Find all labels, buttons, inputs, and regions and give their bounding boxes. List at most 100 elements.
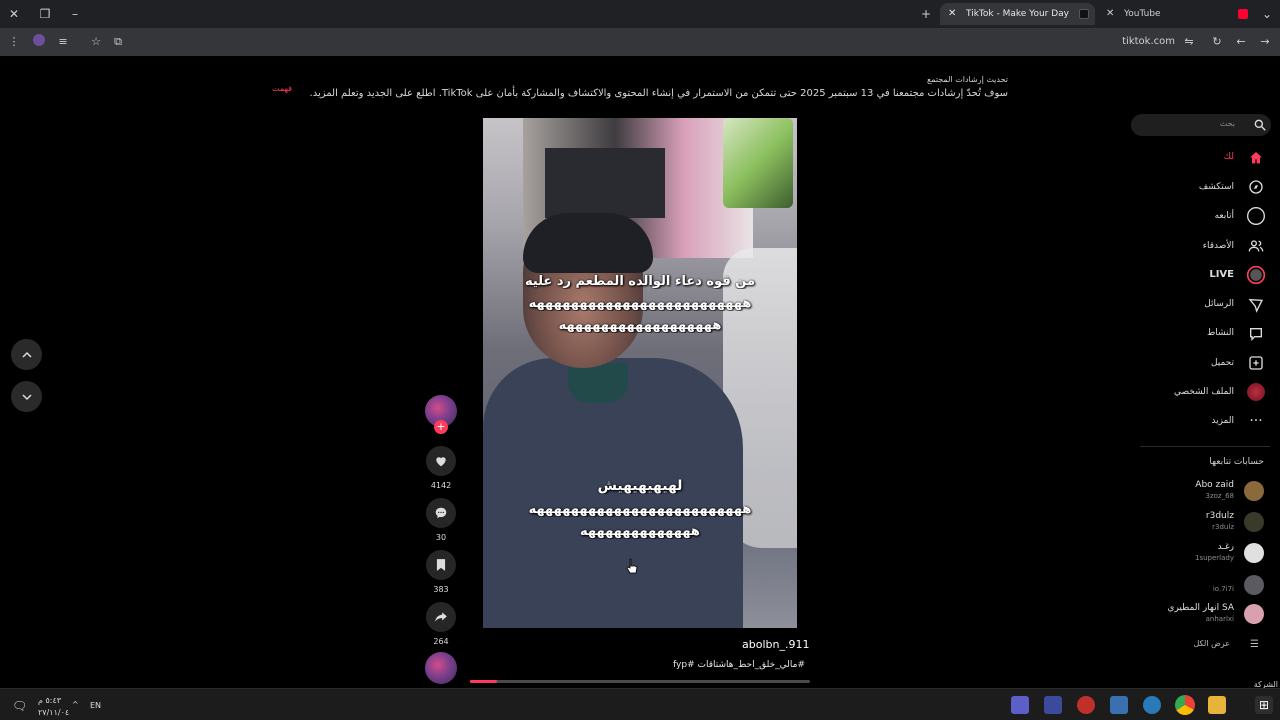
following-accounts-title: حسابات تتابعها: [1209, 457, 1264, 467]
bookmark-star-icon[interactable]: ☆: [88, 34, 104, 50]
tab-tiktok[interactable]: ✕ TikTok - Make Your Day: [940, 3, 1095, 25]
reload-icon[interactable]: ↻: [1209, 34, 1225, 50]
account-handle: r3dulz: [1212, 523, 1234, 531]
shield-app-icon[interactable]: [1110, 696, 1128, 714]
video-person-collar: [568, 363, 628, 403]
sidebar-item-label: استكشف: [1198, 182, 1234, 192]
comment-icon: [435, 507, 447, 519]
profile-avatar-icon[interactable]: [31, 34, 47, 50]
menu-icon[interactable]: ⋮: [6, 34, 22, 50]
video-overlay-text: لهيهيهيهيش: [597, 478, 683, 494]
share-button[interactable]: [426, 602, 456, 632]
file-explorer-icon[interactable]: [1208, 696, 1226, 714]
install-app-icon[interactable]: ⧉: [110, 34, 126, 50]
send-icon: [1246, 295, 1266, 315]
more-dots-icon: ···: [1249, 413, 1263, 429]
sidebar-divider: [1140, 446, 1270, 447]
chevron-down-icon: [21, 393, 32, 400]
account-avatar: [1244, 604, 1264, 624]
new-tab-icon[interactable]: +: [918, 6, 934, 22]
close-tab-icon[interactable]: ✕: [948, 3, 956, 25]
bookmark-icon: [436, 559, 446, 571]
tray-chevron-up-icon[interactable]: ^: [72, 700, 79, 709]
chevron-up-icon: [21, 351, 32, 358]
video-person-cap: [523, 213, 653, 273]
video-shop-sign: [545, 148, 665, 218]
sidebar-item-label: النشاط: [1206, 328, 1234, 338]
tiktok-icon: [1079, 9, 1089, 19]
see-all-link[interactable]: عرض الكل: [1193, 639, 1230, 648]
comment-button[interactable]: [426, 498, 456, 528]
video-progress-bar[interactable]: [470, 680, 810, 683]
restore-window-icon[interactable]: ❐: [37, 6, 53, 22]
reading-list-icon[interactable]: ≡: [55, 34, 71, 50]
video-author-username[interactable]: abolbn_.911: [742, 638, 809, 651]
app-icon[interactable]: [1077, 696, 1095, 714]
sidebar-item-label: لك: [1223, 152, 1234, 162]
account-name: r3dulz: [1205, 511, 1234, 521]
input-language[interactable]: EN: [90, 701, 101, 710]
account-handle: 3zoz_68: [1205, 492, 1235, 500]
video-player[interactable]: من قوه دعاء الوالده المطعم رد عليه ههههه…: [483, 118, 797, 628]
mouse-cursor-icon: [626, 558, 638, 578]
teams-app-icon[interactable]: [1011, 696, 1029, 714]
close-window-icon[interactable]: ✕: [6, 6, 22, 22]
app-icon[interactable]: [1044, 696, 1062, 714]
friends-icon: [1246, 236, 1266, 256]
account-name: Abo zaid: [1195, 480, 1234, 490]
video-progress-fill: [470, 680, 498, 683]
profile-avatar: [1246, 382, 1266, 402]
video-soda-can: [723, 118, 793, 208]
notification-icon[interactable]: 🗨: [12, 699, 27, 713]
search-icon[interactable]: [1253, 118, 1267, 132]
chrome-icon[interactable]: [1175, 695, 1195, 715]
like-button[interactable]: [426, 446, 456, 476]
sidebar-item-label: المزيد: [1211, 416, 1234, 426]
music-disc-avatar[interactable]: [425, 652, 457, 684]
video-overlay-text: من قوه دعاء الوالده المطعم رد عليه: [524, 274, 756, 289]
video-caption: #مالي_خلق_احط_هاشتاقات #fyp: [673, 660, 805, 670]
account-avatar: [1244, 512, 1264, 532]
tab-youtube-title: YouTube: [1124, 9, 1161, 19]
compass-icon: [1246, 177, 1266, 197]
address-bar-url[interactable]: tiktok.com: [1105, 34, 1175, 50]
browser-toolbar: [0, 28, 1280, 56]
follow-plus-icon[interactable]: +: [434, 420, 448, 434]
browser-tab-bar: ✕ ❐ – + ✕ TikTok - Make Your Day ✕ YouTu…: [0, 0, 1280, 28]
banner-dismiss-button[interactable]: فهمت: [272, 84, 292, 93]
search-input[interactable]: بحث: [1131, 114, 1271, 136]
next-video-button[interactable]: [11, 381, 42, 412]
sidebar-item-label: الرسائل: [1204, 299, 1234, 309]
app-icon[interactable]: [1143, 696, 1161, 714]
sidebar-item-label: أتابعه: [1214, 211, 1234, 221]
close-tab-icon[interactable]: ✕: [1106, 3, 1114, 25]
account-avatar: [1244, 543, 1264, 563]
search-placeholder: بحث: [1219, 119, 1235, 128]
site-settings-icon[interactable]: ⇋: [1181, 34, 1197, 50]
tab-tiktok-title: TikTok - Make Your Day: [966, 9, 1070, 19]
windows-start-icon[interactable]: ⊞: [1255, 696, 1273, 714]
tab-search-icon[interactable]: ⌄: [1259, 6, 1275, 22]
comment-count: 30: [435, 533, 447, 542]
share-icon: [435, 612, 447, 622]
live-icon: [1246, 265, 1266, 285]
account-handle: io.7i7i: [1212, 585, 1234, 593]
account-name: انهار المطيري SA: [1167, 603, 1234, 613]
minimize-window-icon[interactable]: –: [67, 6, 83, 22]
list-icon: ☰: [1250, 639, 1259, 650]
back-icon[interactable]: ←: [1233, 34, 1249, 50]
sidebar-item-label: الملف الشخصي: [1174, 387, 1234, 397]
video-overlay-text: ههههههههههههههههههه: [558, 318, 722, 333]
share-count: 264: [433, 637, 449, 646]
account-handle: anharlxi: [1205, 615, 1234, 623]
previous-video-button[interactable]: [11, 339, 42, 370]
youtube-icon: [1238, 9, 1248, 19]
account-avatar: [1244, 575, 1264, 595]
tab-youtube[interactable]: ✕ YouTube: [1098, 3, 1258, 25]
forward-icon[interactable]: →: [1257, 34, 1273, 50]
save-button[interactable]: [426, 550, 456, 580]
banner-text: سوف تُحدّ إرشادات مجتمعنا في 13 سبتمبر 2…: [309, 88, 1008, 99]
account-name: رغـد: [1217, 542, 1234, 552]
activity-icon: [1246, 324, 1266, 344]
following-circle-icon: [1246, 206, 1266, 226]
